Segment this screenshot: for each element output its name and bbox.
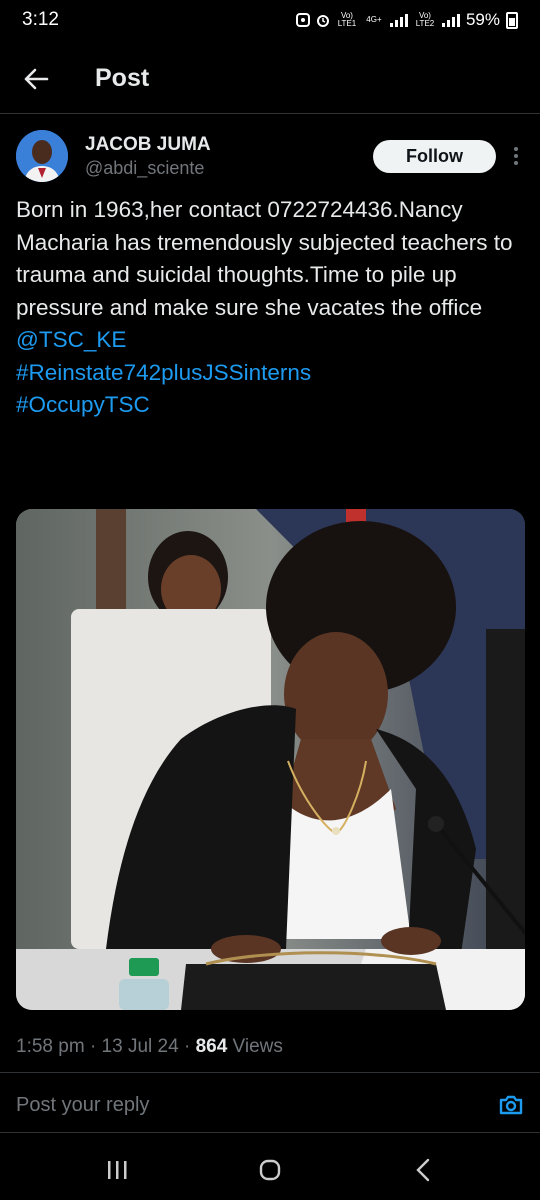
avatar[interactable] (16, 130, 68, 182)
home-icon (259, 1159, 281, 1181)
back-nav-button[interactable] (393, 1145, 453, 1195)
divider (0, 1072, 540, 1073)
views-count[interactable]: 864 (196, 1036, 228, 1057)
status-icons: Vo) LTE1 4G+ Vo) LTE2 59% (295, 10, 518, 30)
reply-bar (16, 1082, 526, 1128)
author-row: JACOB JUMA @abdi_sciente Follow (16, 128, 526, 184)
sim2-label: Vo) LTE2 (415, 11, 435, 28)
follow-button[interactable]: Follow (373, 139, 496, 173)
battery-percent: 59% (465, 10, 500, 29)
meta-separator: · (183, 1036, 196, 1057)
post-time: 1:58 pm (16, 1036, 85, 1057)
post-photo[interactable] (16, 509, 525, 1010)
recent-apps-button[interactable] (87, 1145, 147, 1195)
more-vertical-icon (514, 147, 518, 165)
recent-apps-icon (107, 1161, 127, 1179)
author-names[interactable]: JACOB JUMA @abdi_sciente (85, 134, 211, 179)
data-saver-icon (295, 13, 310, 27)
views-label[interactable]: Views (233, 1036, 283, 1057)
signal-icon-1 (389, 13, 408, 27)
post-meta: 1:58 pm · 13 Jul 24 · 864 Views (16, 1036, 283, 1058)
post-date: 13 Jul 24 (101, 1036, 179, 1057)
post-text: Born in 1963,her contact 0722724436.Nanc… (16, 197, 513, 320)
avatar-image (16, 130, 68, 182)
home-button[interactable] (240, 1145, 300, 1195)
author-name[interactable]: JACOB JUMA (85, 134, 211, 156)
camera-icon (499, 1095, 523, 1115)
post-header: Post (0, 44, 540, 114)
arrow-left-icon (24, 68, 49, 89)
mention-link[interactable]: @TSC_KE (16, 324, 526, 357)
camera-button[interactable] (496, 1090, 526, 1120)
meta-separator: · (89, 1036, 102, 1057)
more-options-button[interactable] (506, 140, 526, 173)
reply-input[interactable] (16, 1093, 456, 1117)
post-body: Born in 1963,her contact 0722724436.Nanc… (16, 194, 526, 422)
system-nav-bar (0, 1140, 540, 1200)
photo-image (16, 509, 525, 1010)
battery-icon (506, 11, 518, 29)
status-time: 3:12 (22, 9, 59, 30)
hashtag-link-reinstate[interactable]: #Reinstate742plusJSSinterns (16, 357, 526, 390)
status-bar: 3:12 Vo) LTE1 4G+ Vo) LTE2 59% (0, 0, 540, 40)
author-handle[interactable]: @abdi_sciente (85, 158, 211, 179)
page-title: Post (95, 64, 150, 92)
divider (0, 1132, 540, 1133)
chevron-left-icon (416, 1158, 430, 1182)
network-label: 4G+ (366, 15, 382, 24)
sim1-label: Vo) LTE1 (337, 11, 357, 28)
signal-icon-2 (441, 13, 460, 27)
alarm-icon (316, 15, 329, 27)
hashtag-link-occupy[interactable]: #OccupyTSC (16, 389, 526, 422)
back-button[interactable] (0, 44, 72, 114)
